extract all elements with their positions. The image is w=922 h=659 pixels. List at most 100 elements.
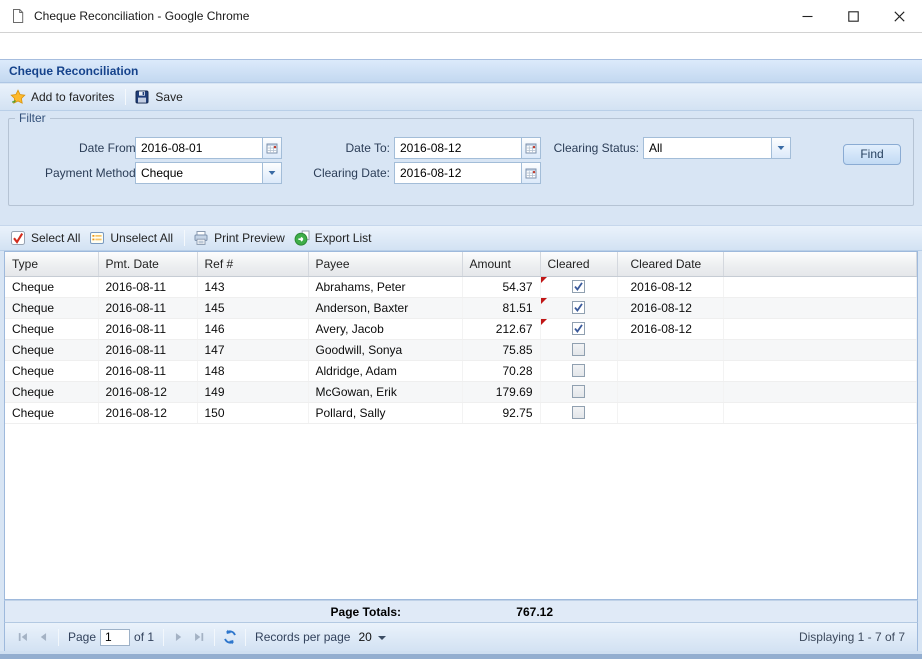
date-from-trigger[interactable] [262, 138, 281, 158]
cell-cleared_date: 2016-08-12 [617, 318, 723, 339]
unselect-all-icon [89, 230, 105, 246]
cell-payee: McGowan, Erik [308, 381, 462, 402]
cell-cleared_date: 2016-08-12 [617, 297, 723, 318]
cleared-checkbox[interactable] [572, 343, 585, 356]
select-all-button[interactable]: Select All [7, 228, 86, 248]
page-totals-label: Page Totals: [251, 601, 401, 623]
cell-payee: Abrahams, Peter [308, 276, 462, 297]
table-row[interactable]: Cheque2016-08-12150Pollard, Sally92.75 [5, 402, 917, 423]
export-list-button[interactable]: Export List [291, 228, 378, 248]
cell-type: Cheque [5, 360, 98, 381]
cell-filler [723, 402, 917, 423]
date-to-trigger[interactable] [521, 138, 540, 158]
cleared-checkbox[interactable] [572, 385, 585, 398]
page-label: Page [68, 630, 96, 644]
cleared-checkbox[interactable] [572, 301, 585, 314]
page-number-input[interactable] [100, 629, 130, 646]
column-header-ref[interactable]: Ref # [197, 252, 308, 276]
records-per-page-dropdown[interactable]: 20 [358, 630, 385, 644]
cell-cleared_date [617, 360, 723, 381]
clearing-date-trigger[interactable] [521, 163, 540, 183]
table-row[interactable]: Cheque2016-08-11147Goodwill, Sonya75.85 [5, 339, 917, 360]
cell-cleared [540, 402, 617, 423]
check-icon [573, 302, 584, 313]
next-page-button[interactable] [169, 627, 189, 647]
table-row[interactable]: Cheque2016-08-11145Anderson, Baxter81.51… [5, 297, 917, 318]
column-header-cleared_date[interactable]: Cleared Date [617, 252, 723, 276]
cell-cleared [540, 318, 617, 339]
cell-ref: 143 [197, 276, 308, 297]
column-header-pmt_date[interactable]: Pmt. Date [98, 252, 197, 276]
column-header-payee[interactable]: Payee [308, 252, 462, 276]
clearing-date-field[interactable]: 2016-08-12 [394, 162, 541, 184]
panel-header: Cheque Reconciliation [0, 60, 922, 83]
column-header-filler [723, 252, 917, 276]
column-header-amount[interactable]: Amount [462, 252, 540, 276]
cell-cleared_date: 2016-08-12 [617, 276, 723, 297]
date-to-value: 2016-08-12 [395, 138, 521, 158]
add-to-favorites-label: Add to favorites [31, 90, 114, 104]
cell-cleared [540, 381, 617, 402]
filter-band: Filter Date From: 2016-08-01 Date To: 20… [0, 112, 922, 225]
cell-cleared_date [617, 339, 723, 360]
cell-amount: 212.67 [462, 318, 540, 339]
cell-payee: Pollard, Sally [308, 402, 462, 423]
cell-type: Cheque [5, 276, 98, 297]
prev-page-button[interactable] [33, 627, 53, 647]
column-header-type[interactable]: Type [5, 252, 98, 276]
close-button[interactable] [876, 0, 922, 32]
summary-row: Page Totals: 767.12 [4, 600, 918, 622]
payment-method-label: Payment Method: [21, 162, 139, 184]
payment-method-trigger[interactable] [262, 163, 281, 183]
grid-toolbar: Select All Unselect All Print Preview [0, 225, 922, 251]
table-row[interactable]: Cheque2016-08-11146Avery, Jacob212.67201… [5, 318, 917, 339]
minimize-button[interactable] [784, 0, 830, 32]
unselect-all-label: Unselect All [110, 231, 173, 245]
cell-pmt_date: 2016-08-11 [98, 339, 197, 360]
table-row[interactable]: Cheque2016-08-11143Abrahams, Peter54.372… [5, 276, 917, 297]
clearing-status-combo[interactable]: All [643, 137, 791, 159]
payment-method-combo[interactable]: Cheque [135, 162, 282, 184]
last-page-button[interactable] [189, 627, 209, 647]
panel-bottom-border [0, 651, 922, 659]
cleared-checkbox[interactable] [572, 322, 585, 335]
column-header-cleared[interactable]: Cleared [540, 252, 617, 276]
cell-payee: Aldridge, Adam [308, 360, 462, 381]
add-to-favorites-button[interactable]: Add to favorites [7, 87, 120, 107]
cleared-checkbox[interactable] [572, 406, 585, 419]
cell-type: Cheque [5, 318, 98, 339]
document-icon [10, 8, 26, 24]
grid-table: TypePmt. DateRef #PayeeAmountClearedClea… [5, 252, 917, 424]
page-title: Cheque Reconciliation [9, 64, 138, 78]
table-row[interactable]: Cheque2016-08-12149McGowan, Erik179.69 [5, 381, 917, 402]
date-to-field[interactable]: 2016-08-12 [394, 137, 541, 159]
save-button[interactable]: Save [131, 87, 188, 107]
date-to-label: Date To: [286, 137, 390, 159]
first-page-button[interactable] [13, 627, 33, 647]
refresh-button[interactable] [220, 627, 240, 647]
date-from-field[interactable]: 2016-08-01 [135, 137, 282, 159]
print-preview-button[interactable]: Print Preview [190, 228, 291, 248]
pager-separator [58, 629, 59, 646]
table-row[interactable]: Cheque2016-08-11148Aldridge, Adam70.28 [5, 360, 917, 381]
save-label: Save [155, 90, 182, 104]
cleared-checkbox[interactable] [572, 280, 585, 293]
cell-type: Cheque [5, 381, 98, 402]
grid-body: Cheque2016-08-11143Abrahams, Peter54.372… [5, 276, 917, 423]
export-list-label: Export List [315, 231, 372, 245]
cleared-checkbox[interactable] [572, 364, 585, 377]
find-button[interactable]: Find [843, 144, 901, 165]
maximize-button[interactable] [830, 0, 876, 32]
export-list-icon [294, 230, 310, 246]
pager-separator [214, 629, 215, 646]
payment-method-value: Cheque [136, 163, 262, 183]
print-preview-icon [193, 230, 209, 246]
next-page-icon [172, 630, 186, 644]
unselect-all-button[interactable]: Unselect All [86, 228, 179, 248]
save-icon [134, 89, 150, 105]
cell-payee: Goodwill, Sonya [308, 339, 462, 360]
page-totals-amount: 767.12 [461, 601, 553, 623]
clearing-status-trigger[interactable] [771, 138, 790, 158]
cell-type: Cheque [5, 297, 98, 318]
window-titlebar: Cheque Reconciliation - Google Chrome [0, 0, 922, 33]
